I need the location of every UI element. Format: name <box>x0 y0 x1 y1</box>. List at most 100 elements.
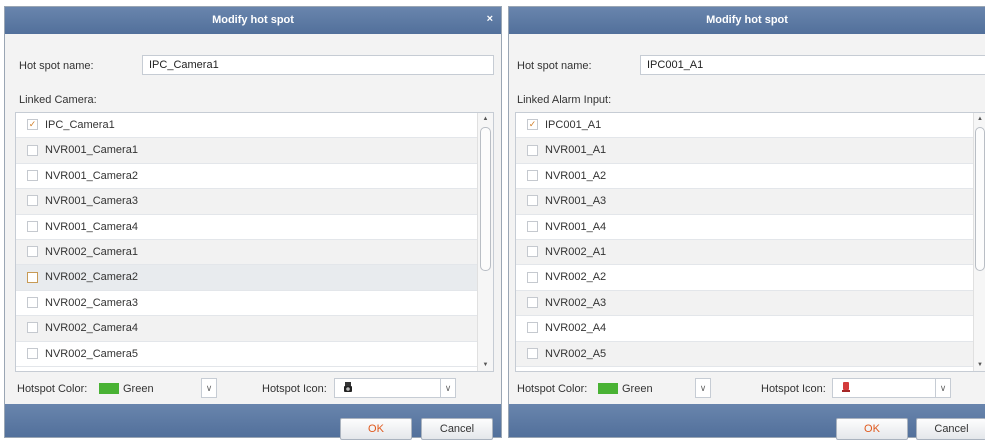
chevron-down-icon[interactable]: ∨ <box>202 379 216 397</box>
list-item-highlighted[interactable]: NVR002_Camera2 <box>16 265 478 291</box>
list-item[interactable]: ✓ IPC_Camera1 <box>16 113 478 139</box>
camera-icon <box>344 382 352 392</box>
hotspot-color-dropdown[interactable]: ∨ <box>201 378 217 398</box>
chevron-down-icon[interactable]: ∨ <box>696 379 710 397</box>
checkbox[interactable] <box>527 347 538 359</box>
list-item[interactable]: NVR001_Camera4 <box>16 215 478 240</box>
checkbox[interactable] <box>527 195 538 207</box>
checkbox[interactable] <box>527 169 538 181</box>
list-item-label: NVR002_A1 <box>545 245 607 258</box>
list-item-label: NVR002_A2 <box>545 271 607 284</box>
checkbox-checked[interactable]: ✓ <box>27 119 38 131</box>
linked-camera-label: Linked Camera: <box>19 94 97 106</box>
ok-button[interactable]: OK <box>340 418 412 440</box>
checkbox[interactable] <box>527 322 538 334</box>
checkbox[interactable] <box>527 220 538 232</box>
list-item[interactable]: NVR002_Camera1 <box>16 239 478 266</box>
list-item[interactable]: NVR002_Camera4 <box>16 316 478 342</box>
chevron-down-icon[interactable]: ∨ <box>935 379 950 397</box>
list-item[interactable]: NVR001_A3 <box>516 189 974 215</box>
list-item-label: NVR001_Camera2 <box>45 169 138 182</box>
hot-spot-name-input[interactable]: IPC001_A1 <box>640 55 985 75</box>
ok-button[interactable]: OK <box>836 418 908 440</box>
scroll-down-icon[interactable]: ▼ <box>974 359 985 371</box>
green-color-swatch <box>99 383 119 394</box>
hotspot-color-value: Green <box>622 383 653 395</box>
list-item-label: NVR002_Camera2 <box>45 271 138 284</box>
vertical-scrollbar[interactable]: ▲ ▼ <box>973 113 985 371</box>
checkbox[interactable] <box>27 144 38 156</box>
list-item[interactable]: NVR001_Camera1 <box>16 138 478 164</box>
list-item-label: NVR002_A3 <box>545 296 607 309</box>
checkbox[interactable] <box>27 246 38 258</box>
hotspot-color-dropdown[interactable]: ∨ <box>695 378 711 398</box>
linked-alarm-input-label: Linked Alarm Input: <box>517 94 612 106</box>
dialog-title: Modify hot spot <box>212 14 294 26</box>
cancel-button[interactable]: Cancel <box>421 418 493 440</box>
hot-spot-name-label: Hot spot name: <box>517 60 592 72</box>
scrollbar-thumb[interactable] <box>975 127 985 271</box>
cancel-button[interactable]: Cancel <box>916 418 985 440</box>
list-item-label: IPC_Camera1 <box>45 119 115 131</box>
list-item[interactable]: NVR001_A2 <box>516 164 974 190</box>
scroll-down-icon[interactable]: ▼ <box>478 359 493 371</box>
list-item-label: NVR001_Camera1 <box>45 144 138 157</box>
checkbox[interactable] <box>527 271 538 283</box>
list-item[interactable]: NVR001_A1 <box>516 138 974 164</box>
list-item-label: IPC001_A1 <box>545 119 602 131</box>
dialog-titlebar: Modify hot spot <box>509 7 985 34</box>
linked-camera-list: ✓ IPC_Camera1 NVR001_Camera1 NVR001_Camer… <box>15 112 494 372</box>
checkbox[interactable] <box>27 220 38 232</box>
linked-alarm-input-list: ✓ IPC001_A1 NVR001_A1 NVR001_A2 NVR001_A3… <box>515 112 985 372</box>
list-item-label: NVR001_A1 <box>545 144 607 157</box>
list-item[interactable]: NVR002_A2 <box>516 265 974 291</box>
chevron-down-icon[interactable]: ∨ <box>440 379 455 397</box>
checkbox[interactable] <box>527 246 538 258</box>
modify-hot-spot-dialog-alarm-input: Modify hot spot Hot spot name: IPC001_A1… <box>508 6 985 440</box>
list-item[interactable]: NVR002_A3 <box>516 290 974 317</box>
scrollbar-thumb[interactable] <box>480 127 491 271</box>
green-color-swatch <box>598 383 618 394</box>
list-item[interactable]: NVR002_A5 <box>516 341 974 367</box>
hotspot-color-value: Green <box>123 383 154 395</box>
hotspot-color-label: Hotspot Color: <box>517 383 588 395</box>
list-item-label: NVR002_Camera1 <box>45 245 138 258</box>
checkbox[interactable] <box>27 347 38 359</box>
list-item[interactable]: NVR002_A1 <box>516 239 974 266</box>
list-item-label: NVR002_A5 <box>545 347 607 360</box>
checkbox[interactable] <box>27 195 38 207</box>
dialog-titlebar: Modify hot spot × <box>5 7 501 34</box>
list-item[interactable]: NVR001_Camera3 <box>16 189 478 215</box>
list-item[interactable]: NVR002_Camera5 <box>16 342 478 367</box>
hot-spot-name-label: Hot spot name: <box>19 60 94 72</box>
checkbox[interactable] <box>27 271 38 283</box>
modify-hot-spot-dialog-camera: Modify hot spot × Hot spot name: IPC_Cam… <box>4 6 502 440</box>
checkbox[interactable] <box>27 322 38 334</box>
hotspot-icon-dropdown[interactable]: ∨ <box>832 378 951 398</box>
hotspot-icon-dropdown[interactable]: ∨ <box>334 378 456 398</box>
list-item[interactable]: ✓ IPC001_A1 <box>516 113 974 139</box>
hotspot-color-label: Hotspot Color: <box>17 383 88 395</box>
scroll-up-icon[interactable]: ▲ <box>478 113 493 125</box>
list-item-label: NVR001_Camera3 <box>45 195 138 208</box>
dialog-footer: OK Cancel <box>5 404 501 440</box>
checkbox[interactable] <box>27 296 38 308</box>
vertical-scrollbar[interactable]: ▲ ▼ <box>477 113 493 371</box>
list-item[interactable]: NVR002_A4 <box>516 316 974 342</box>
hotspot-icon-label: Hotspot Icon: <box>761 383 826 395</box>
list-item[interactable]: NVR002_Camera3 <box>16 291 478 317</box>
checkbox[interactable] <box>27 169 38 181</box>
checkbox[interactable] <box>527 296 538 308</box>
scroll-up-icon[interactable]: ▲ <box>974 113 985 125</box>
checkbox-checked[interactable]: ✓ <box>527 119 538 131</box>
close-icon[interactable]: × <box>487 7 493 32</box>
checkbox[interactable] <box>527 144 538 156</box>
list-item-label: NVR001_A2 <box>545 169 607 182</box>
list-item[interactable]: NVR001_A4 <box>516 215 974 240</box>
list-item-label: NVR002_Camera4 <box>45 322 138 335</box>
list-item[interactable]: NVR001_Camera2 <box>16 164 478 190</box>
dialog-footer: OK Cancel <box>509 404 985 440</box>
hot-spot-name-input[interactable]: IPC_Camera1 <box>142 55 494 75</box>
list-item-label: NVR002_Camera3 <box>45 296 138 309</box>
list-item-label: NVR001_A4 <box>545 220 607 233</box>
